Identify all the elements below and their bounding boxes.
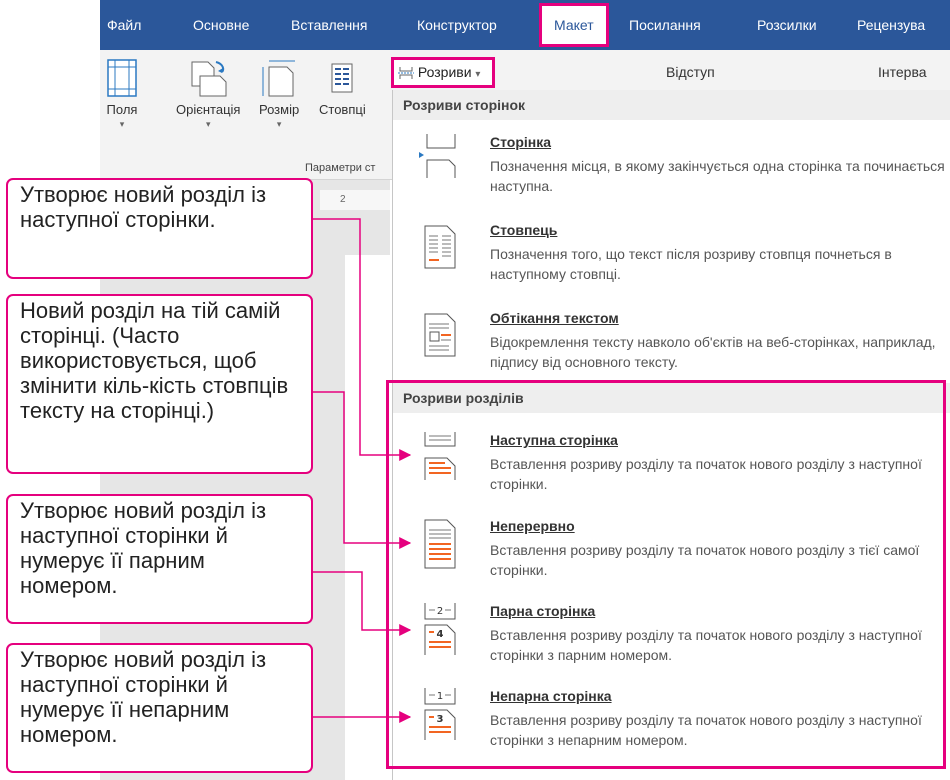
margins-label: Поля bbox=[106, 102, 138, 117]
page-break-icon bbox=[419, 134, 456, 178]
callout-continuous: Новий розділ на тій самій сторінці. (Час… bbox=[6, 294, 313, 474]
svg-text:4: 4 bbox=[437, 629, 444, 640]
ruler-number: 2 bbox=[340, 194, 346, 205]
columns-icon bbox=[331, 63, 353, 93]
menu-item-page-break[interactable]: Сторінка Позначення місця, в якому закін… bbox=[393, 130, 950, 210]
ruler: 2 bbox=[320, 190, 390, 210]
svg-text:1: 1 bbox=[437, 691, 443, 702]
menu-item-continuous[interactable]: Неперервно Вставлення розриву розділу та… bbox=[393, 514, 950, 594]
column-break-icon bbox=[424, 225, 456, 269]
tab-design[interactable]: Конструктор bbox=[417, 0, 497, 50]
menu-item-even-page[interactable]: 2 4 Парна сторінка Вставлення розриву ро… bbox=[393, 599, 950, 679]
continuous-section-icon bbox=[424, 519, 456, 569]
columns-button[interactable]: Стовпці bbox=[319, 58, 366, 117]
item-desc: Позначення того, що текст після розриву … bbox=[490, 246, 892, 282]
tab-review[interactable]: Рецензува bbox=[857, 0, 925, 50]
chevron-down-icon: ▾ bbox=[276, 119, 282, 129]
size-label: Розмір bbox=[259, 102, 300, 117]
odd-page-section-icon: 1 3 bbox=[424, 688, 456, 740]
breaks-label: Розриви bbox=[417, 64, 472, 80]
menu-item-odd-page[interactable]: 1 3 Непарна сторінка Вставлення розриву … bbox=[393, 684, 950, 764]
item-title: Парна сторінка bbox=[490, 603, 596, 619]
item-title: Стовпець bbox=[490, 222, 558, 238]
svg-text:3: 3 bbox=[437, 714, 444, 725]
orientation-icon bbox=[191, 61, 227, 97]
item-desc: Вставлення розриву розділу та початок но… bbox=[490, 712, 922, 748]
margins-icon bbox=[107, 59, 137, 97]
section-breaks-header: Розриви розділів bbox=[393, 383, 950, 413]
margins-button[interactable]: Поля ▾ bbox=[106, 58, 138, 130]
ribbon-tab-bar: Файл Основне Вставлення Конструктор Маке… bbox=[100, 0, 950, 50]
columns-label: Стовпці bbox=[319, 102, 366, 117]
orientation-label: Орієнтація bbox=[176, 102, 241, 117]
item-title: Непарна сторінка bbox=[490, 688, 612, 704]
item-title: Сторінка bbox=[490, 134, 552, 150]
text-wrapping-icon bbox=[424, 313, 456, 357]
breaks-dropdown-menu: Розриви сторінок Сторінка Позначення міс… bbox=[392, 90, 950, 780]
chevron-down-icon: ▾ bbox=[475, 69, 481, 80]
even-page-section-icon: 2 4 bbox=[424, 603, 456, 655]
page-setup-group-caption: Параметри ст bbox=[305, 162, 376, 174]
callout-odd-page: Утворює новий розділ із наступної сторін… bbox=[6, 643, 313, 773]
menu-item-text-wrapping[interactable]: Обтікання текстом Відокремлення тексту н… bbox=[393, 306, 950, 386]
item-desc: Відокремлення тексту навколо об'єктів на… bbox=[490, 334, 936, 370]
tab-home[interactable]: Основне bbox=[193, 0, 249, 50]
chevron-down-icon: ▾ bbox=[119, 119, 125, 129]
menu-item-column-break[interactable]: Стовпець Позначення того, що текст після… bbox=[393, 218, 950, 298]
page-size-icon bbox=[262, 60, 296, 97]
tab-mailings[interactable]: Розсилки bbox=[757, 0, 817, 50]
menu-item-next-page[interactable]: Наступна сторінка Вставлення розриву роз… bbox=[393, 428, 950, 508]
page-breaks-header: Розриви сторінок bbox=[393, 90, 950, 120]
item-desc: Вставлення розриву розділу та початок но… bbox=[490, 456, 922, 492]
item-desc: Вставлення розриву розділу та початок но… bbox=[490, 542, 920, 578]
tab-layout[interactable]: Макет bbox=[539, 3, 609, 47]
svg-text:2: 2 bbox=[437, 606, 443, 617]
tab-file[interactable]: Файл bbox=[107, 0, 141, 50]
item-title: Обтікання текстом bbox=[490, 310, 619, 326]
chevron-down-icon: ▾ bbox=[205, 119, 211, 129]
breaks-button[interactable]: Розриви ▾ bbox=[391, 57, 495, 88]
callout-even-page: Утворює новий розділ із наступної сторін… bbox=[6, 494, 313, 624]
indent-label: Відступ bbox=[666, 64, 715, 80]
next-page-section-icon bbox=[424, 432, 456, 480]
item-title: Наступна сторінка bbox=[490, 432, 618, 448]
orientation-button[interactable]: Орієнтація ▾ bbox=[176, 58, 240, 130]
document-page[interactable] bbox=[345, 255, 390, 780]
item-title: Неперервно bbox=[490, 518, 575, 534]
item-desc: Вставлення розриву розділу та початок но… bbox=[490, 627, 922, 663]
callout-next-page: Утворює новий розділ із наступної сторін… bbox=[6, 178, 313, 279]
spacing-label: Інтерва bbox=[878, 64, 927, 80]
breaks-icon bbox=[398, 67, 414, 80]
tab-insert[interactable]: Вставлення bbox=[291, 0, 368, 50]
tab-references[interactable]: Посилання bbox=[629, 0, 701, 50]
item-desc: Позначення місця, в якому закінчується о… bbox=[490, 158, 945, 194]
size-button[interactable]: Розмір ▾ bbox=[259, 58, 299, 130]
